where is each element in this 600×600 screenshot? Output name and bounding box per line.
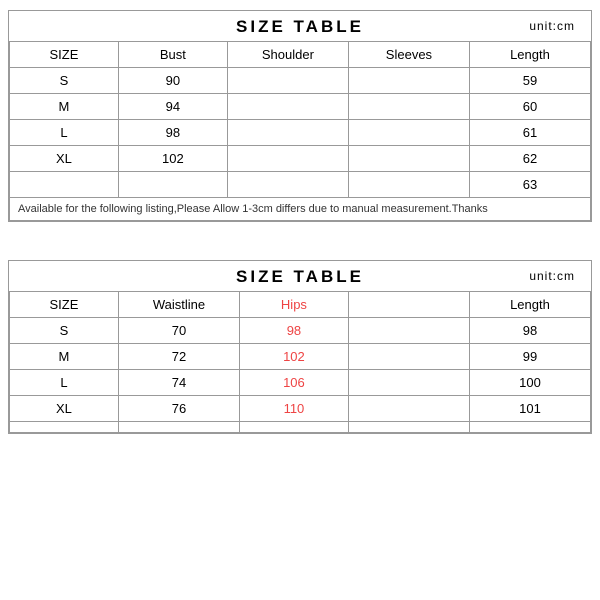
table-row: 63 <box>10 172 591 198</box>
t2-r2-empty <box>348 370 469 396</box>
table2-unit: unit:cm <box>529 269 575 283</box>
table1-note: Available for the following listing,Plea… <box>10 198 591 221</box>
table-row: S 70 98 98 <box>10 318 591 344</box>
t1-r4-sleeves <box>348 172 469 198</box>
t1-r1-size: M <box>10 94 119 120</box>
t1-r0-length: 59 <box>469 68 590 94</box>
t1-header-bust: Bust <box>118 42 227 68</box>
table1-note-row: Available for the following listing,Plea… <box>10 198 591 221</box>
t2-r0-hips: 98 <box>239 318 348 344</box>
t2-r4-hips <box>239 422 348 433</box>
t2-r3-length: 101 <box>469 396 590 422</box>
t2-r1-length: 99 <box>469 344 590 370</box>
size-table-1: SIZE TABLE unit:cm SIZE Bust Shoulder Sl… <box>8 10 592 222</box>
section-gap <box>8 232 592 250</box>
t2-header-length: Length <box>469 292 590 318</box>
t2-r1-hips: 102 <box>239 344 348 370</box>
t2-r3-empty <box>348 396 469 422</box>
t1-r3-length: 62 <box>469 146 590 172</box>
t2-r3-size: XL <box>10 396 119 422</box>
t1-header-size: SIZE <box>10 42 119 68</box>
table2-title-row: SIZE TABLE unit:cm <box>9 261 591 291</box>
t1-r0-bust: 90 <box>118 68 227 94</box>
t1-header-length: Length <box>469 42 590 68</box>
t2-r2-hips: 106 <box>239 370 348 396</box>
t2-r0-size: S <box>10 318 119 344</box>
table2-title: SIZE TABLE <box>236 267 364 286</box>
t1-r3-size: XL <box>10 146 119 172</box>
t1-r2-length: 61 <box>469 120 590 146</box>
t1-r3-sleeves <box>348 146 469 172</box>
t2-r0-length: 98 <box>469 318 590 344</box>
table-row: M 94 60 <box>10 94 591 120</box>
t2-r4-size <box>10 422 119 433</box>
t1-r3-shoulder <box>227 146 348 172</box>
t1-r4-bust <box>118 172 227 198</box>
t1-r2-bust: 98 <box>118 120 227 146</box>
table1-title: SIZE TABLE <box>236 17 364 36</box>
t2-header-empty <box>348 292 469 318</box>
t2-header-hips: Hips <box>239 292 348 318</box>
t1-header-sleeves: Sleeves <box>348 42 469 68</box>
table-row <box>10 422 591 433</box>
t1-r4-length: 63 <box>469 172 590 198</box>
t2-r1-size: M <box>10 344 119 370</box>
t1-r1-length: 60 <box>469 94 590 120</box>
page: SIZE TABLE unit:cm SIZE Bust Shoulder Sl… <box>0 0 600 600</box>
t2-r4-length <box>469 422 590 433</box>
t1-header-shoulder: Shoulder <box>227 42 348 68</box>
t1-r3-bust: 102 <box>118 146 227 172</box>
table-row: M 72 102 99 <box>10 344 591 370</box>
table-row: XL 76 110 101 <box>10 396 591 422</box>
t2-r3-waist: 76 <box>118 396 239 422</box>
t1-r0-sleeves <box>348 68 469 94</box>
table1-unit: unit:cm <box>529 19 575 33</box>
table2-grid: SIZE Waistline Hips Length S 70 98 98 M <box>9 291 591 433</box>
t2-header-waist: Waistline <box>118 292 239 318</box>
t1-r2-size: L <box>10 120 119 146</box>
t2-r2-length: 100 <box>469 370 590 396</box>
table-row: S 90 59 <box>10 68 591 94</box>
t2-r3-hips: 110 <box>239 396 348 422</box>
t1-r0-shoulder <box>227 68 348 94</box>
t2-r4-empty <box>348 422 469 433</box>
t2-r0-waist: 70 <box>118 318 239 344</box>
t1-r2-shoulder <box>227 120 348 146</box>
t1-r2-sleeves <box>348 120 469 146</box>
t1-r1-bust: 94 <box>118 94 227 120</box>
table1-grid: SIZE Bust Shoulder Sleeves Length S 90 5… <box>9 41 591 221</box>
t1-r1-shoulder <box>227 94 348 120</box>
t2-r1-empty <box>348 344 469 370</box>
table-row: L 98 61 <box>10 120 591 146</box>
table-row: L 74 106 100 <box>10 370 591 396</box>
t1-r4-size <box>10 172 119 198</box>
t1-r1-sleeves <box>348 94 469 120</box>
size-table-2: SIZE TABLE unit:cm SIZE Waistline Hips L… <box>8 260 592 434</box>
t2-r4-waist <box>118 422 239 433</box>
table-row: XL 102 62 <box>10 146 591 172</box>
t2-r2-size: L <box>10 370 119 396</box>
t2-header-size: SIZE <box>10 292 119 318</box>
t1-r0-size: S <box>10 68 119 94</box>
t2-r2-waist: 74 <box>118 370 239 396</box>
table1-title-row: SIZE TABLE unit:cm <box>9 11 591 41</box>
t1-r4-shoulder <box>227 172 348 198</box>
t2-r0-empty <box>348 318 469 344</box>
t2-r1-waist: 72 <box>118 344 239 370</box>
